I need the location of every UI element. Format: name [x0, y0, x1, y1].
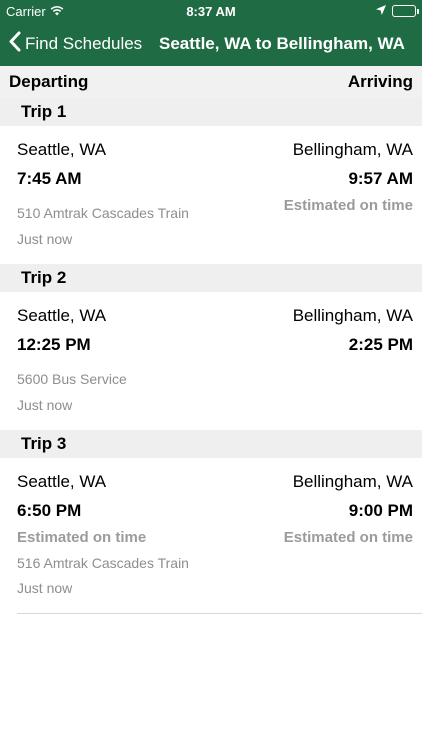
trip-row[interactable]: Seattle, WA Bellingham, WA 7:45 AM 9:57 …: [0, 126, 422, 264]
service-name: 5600 Bus Service: [17, 371, 127, 387]
trip-header: Trip 2: [0, 264, 422, 292]
arriving-header: Arriving: [347, 72, 413, 91]
arrive-time: 9:00 PM: [348, 501, 413, 520]
location-arrow-icon: [376, 3, 386, 18]
navigation-bar: Find Schedules Seattle, WA to Bellingham…: [0, 22, 422, 66]
back-button[interactable]: Find Schedules: [8, 22, 142, 66]
list-divider: [17, 613, 422, 614]
trip-row[interactable]: Seattle, WA Bellingham, WA 12:25 PM 2:25…: [0, 292, 422, 430]
depart-time: 6:50 PM: [17, 501, 82, 520]
depart-time: 12:25 PM: [17, 335, 91, 354]
page-title: Seattle, WA to Bellingham, WA: [159, 34, 405, 53]
arrive-city: Bellingham, WA: [292, 306, 413, 325]
chevron-left-icon: [8, 31, 21, 57]
battery-icon: [392, 4, 419, 17]
column-header: Departing Arriving: [0, 66, 422, 98]
updated-label: Just now: [17, 580, 73, 596]
trip-row[interactable]: Seattle, WA Bellingham, WA 6:50 PM 9:00 …: [0, 458, 422, 613]
arrive-status: Estimated on time: [283, 197, 413, 214]
arrive-time: 9:57 AM: [348, 169, 413, 188]
depart-city: Seattle, WA: [17, 306, 107, 325]
trip-section: Trip 3 Seattle, WA Bellingham, WA 6:50 P…: [0, 430, 422, 613]
status-bar: Carrier 8:37 AM: [0, 0, 422, 22]
trip-section: Trip 1 Seattle, WA Bellingham, WA 7:45 A…: [0, 98, 422, 264]
trip-section: Trip 2 Seattle, WA Bellingham, WA 12:25 …: [0, 264, 422, 430]
back-button-label: Find Schedules: [25, 34, 143, 53]
service-name: 510 Amtrak Cascades Train: [17, 205, 189, 221]
departing-header: Departing: [9, 72, 89, 91]
depart-city: Seattle, WA: [17, 472, 107, 491]
trip-header: Trip 1: [0, 98, 422, 126]
status-time: 8:37 AM: [186, 4, 236, 19]
updated-label: Just now: [17, 397, 73, 413]
depart-time: 7:45 AM: [17, 169, 82, 188]
arrive-city: Bellingham, WA: [292, 472, 413, 491]
depart-status: Estimated on time: [17, 529, 147, 546]
updated-label: Just now: [17, 231, 73, 247]
arrive-time: 2:25 PM: [348, 335, 413, 354]
arrive-status: Estimated on time: [283, 529, 413, 546]
trip-header: Trip 3: [0, 430, 422, 458]
arrive-city: Bellingham, WA: [292, 140, 413, 159]
service-name: 516 Amtrak Cascades Train: [17, 555, 189, 571]
depart-city: Seattle, WA: [17, 140, 107, 159]
